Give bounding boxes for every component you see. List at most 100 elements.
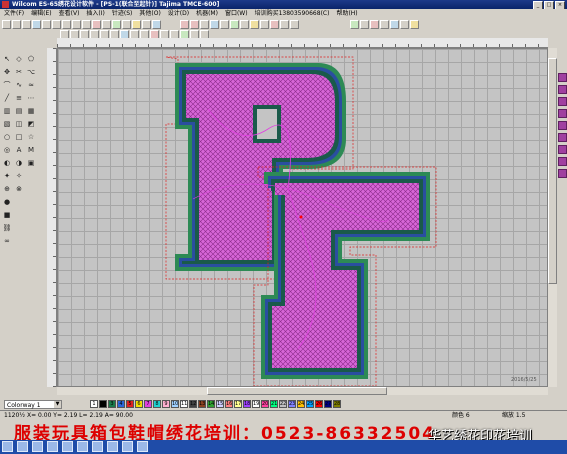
underlay-icon[interactable] [280, 20, 289, 29]
turning-fill-icon[interactable]: ◩ [26, 119, 36, 129]
palette-swatch[interactable]: 11 [180, 400, 188, 408]
input-b-icon[interactable]: ∿ [14, 80, 24, 90]
complex-fill-icon[interactable]: ▧ [2, 119, 12, 129]
show-bitmap-icon[interactable] [370, 20, 379, 29]
print-icon[interactable] [32, 20, 41, 29]
fill-icon[interactable] [270, 20, 279, 29]
show-stitches-icon[interactable] [350, 20, 359, 29]
palette-swatch[interactable]: 24 [297, 400, 305, 408]
select-icon[interactable]: ↖ [2, 54, 12, 64]
palette-swatch[interactable]: 27 [324, 400, 332, 408]
design-canvas[interactable]: 2016/5/25 [57, 48, 548, 387]
palette-swatch[interactable]: 23 [288, 400, 296, 408]
menu-design[interactable]: 设计(D) [168, 10, 189, 17]
reshape-icon[interactable]: ◇ [14, 54, 24, 64]
palette-swatch[interactable]: 19 [252, 400, 260, 408]
palette-swatch[interactable]: 18 [243, 400, 251, 408]
palette-swatch[interactable]: 22 [279, 400, 287, 408]
taskbar-app-1-icon[interactable] [2, 441, 13, 452]
color-change-icon[interactable]: ● [2, 197, 12, 207]
side-tool-8-icon[interactable] [558, 157, 567, 166]
taskbar-app-9-icon[interactable] [122, 441, 133, 452]
tie-in-icon[interactable]: ⊕ [2, 184, 12, 194]
palette-swatch[interactable]: 10 [171, 400, 179, 408]
palette-swatch[interactable]: 16 [225, 400, 233, 408]
knife-icon[interactable]: ✂ [14, 67, 24, 77]
palette-swatch[interactable]: 26 [315, 400, 323, 408]
cut-icon[interactable] [42, 20, 51, 29]
palette-swatch[interactable]: 3 [108, 400, 116, 408]
polygon-select-icon[interactable]: ⬠ [26, 54, 36, 64]
side-tool-9-icon[interactable] [558, 169, 567, 178]
input-c-icon[interactable]: ≈ [26, 80, 36, 90]
palette-swatch[interactable]: 1 [90, 400, 98, 408]
palette-swatch[interactable]: 8 [153, 400, 161, 408]
taskbar-app-10-icon[interactable] [137, 441, 148, 452]
save-icon[interactable] [22, 20, 31, 29]
star-icon[interactable]: ☆ [26, 132, 36, 142]
ring-icon[interactable]: ◎ [2, 145, 12, 155]
embroidery-design[interactable] [58, 49, 548, 387]
appliqué-tool-icon[interactable]: ◐ [2, 158, 12, 168]
trim-tool-icon[interactable]: ⊗ [14, 184, 24, 194]
menu-window[interactable]: 窗口(W) [225, 10, 248, 17]
open-file-icon[interactable] [12, 20, 21, 29]
vertical-scrollbar[interactable] [548, 48, 557, 387]
monogram-icon[interactable]: M [26, 145, 36, 155]
menu-edit[interactable]: 编辑(E) [31, 10, 51, 17]
outline-icon[interactable] [210, 20, 219, 29]
auto-digitize-icon[interactable]: ◑ [14, 158, 24, 168]
fill-hole-icon[interactable]: ◫ [14, 119, 24, 129]
color-icon[interactable] [230, 20, 239, 29]
needle-points-icon[interactable] [390, 20, 399, 29]
palette-swatch[interactable]: 28 [333, 400, 341, 408]
vertical-scroll-thumb[interactable] [548, 58, 557, 284]
side-tool-5-icon[interactable] [558, 121, 567, 130]
link-icon[interactable]: ∞ [2, 236, 12, 246]
show-outlines-icon[interactable] [360, 20, 369, 29]
backstitch-icon[interactable]: ⋯ [26, 93, 36, 103]
side-tool-4-icon[interactable] [558, 109, 567, 118]
colorway-select[interactable]: Colorway 1 ▼ [4, 400, 62, 409]
maximize-button[interactable]: □ [544, 1, 554, 9]
taskbar-app-4-icon[interactable] [47, 441, 58, 452]
palette-swatch[interactable]: 15 [216, 400, 224, 408]
menu-view[interactable]: 查看(V) [59, 10, 80, 17]
menu-other[interactable]: 其他(O) [139, 10, 160, 17]
photo-stitch-icon[interactable]: ▣ [26, 158, 36, 168]
taskbar-app-8-icon[interactable] [107, 441, 118, 452]
sequin-icon[interactable]: ✦ [2, 171, 12, 181]
taskbar-app-3-icon[interactable] [32, 441, 43, 452]
palette-swatch[interactable]: 13 [198, 400, 206, 408]
branch-icon[interactable]: ⌥ [26, 67, 36, 77]
column-b-icon[interactable]: ▤ [14, 106, 24, 116]
close-button[interactable]: × [555, 1, 565, 9]
lettering-icon[interactable] [220, 20, 229, 29]
menu-machine[interactable]: 机器(M) [196, 10, 218, 17]
show-grid-icon[interactable] [380, 20, 389, 29]
app-icon[interactable] [2, 1, 9, 8]
taskbar-app-6-icon[interactable] [77, 441, 88, 452]
applique-icon[interactable] [260, 20, 269, 29]
palette-swatch[interactable]: 21 [270, 400, 278, 408]
horizontal-scrollbar[interactable] [57, 387, 548, 395]
side-tool-7-icon[interactable] [558, 145, 567, 154]
side-tool-3-icon[interactable] [558, 97, 567, 106]
move-icon[interactable]: ✥ [2, 67, 12, 77]
minimize-button[interactable]: _ [533, 1, 543, 9]
palette-swatch[interactable]: 2 [99, 400, 107, 408]
circle-icon[interactable]: ○ [2, 132, 12, 142]
taskbar-app-5-icon[interactable] [62, 441, 73, 452]
hoop-icon[interactable] [400, 20, 409, 29]
lettering-tool-icon[interactable]: A [14, 145, 24, 155]
triple-run-icon[interactable]: ≡ [14, 93, 24, 103]
taskbar-app-7-icon[interactable] [92, 441, 103, 452]
input-a-icon[interactable]: ⌒ [2, 80, 12, 90]
side-tool-2-icon[interactable] [558, 85, 567, 94]
side-tool-1-icon[interactable] [558, 73, 567, 82]
palette-swatch[interactable]: 7 [144, 400, 152, 408]
pull-comp-icon[interactable] [290, 20, 299, 29]
rotate-icon[interactable] [410, 20, 419, 29]
palette-swatch[interactable]: 25 [306, 400, 314, 408]
column-c-icon[interactable]: ▦ [26, 106, 36, 116]
